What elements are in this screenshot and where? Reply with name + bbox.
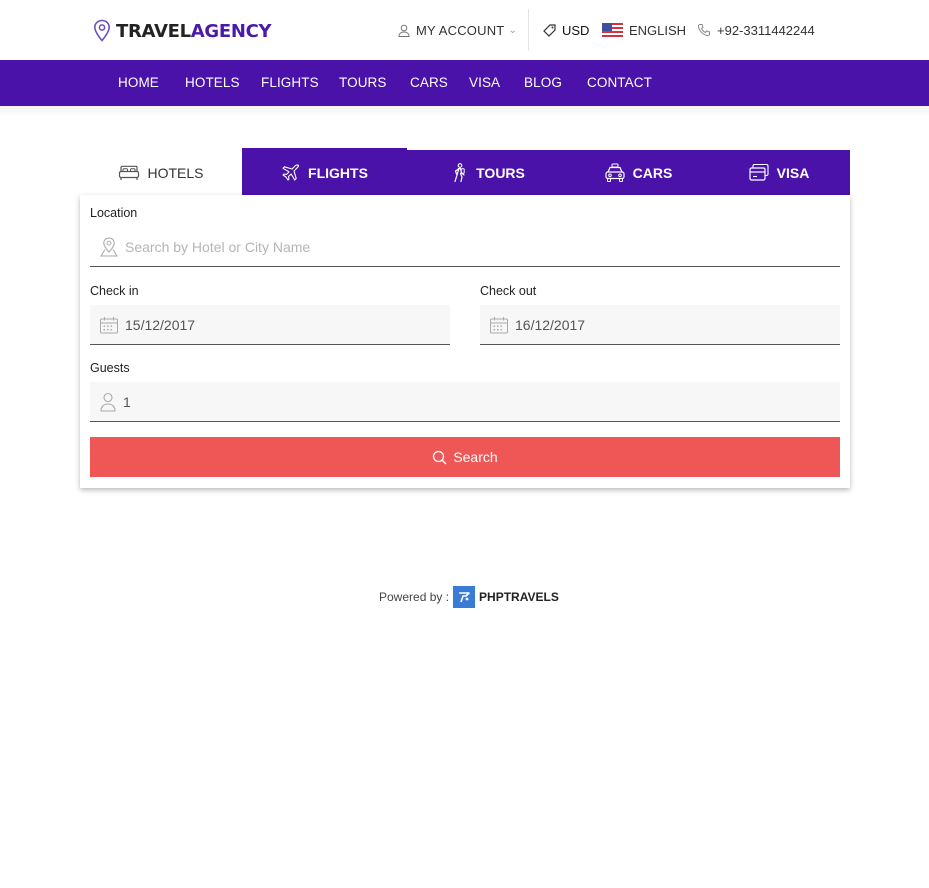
checkin-date-input[interactable]: 15/12/2017 (90, 305, 450, 345)
bed-icon (119, 165, 140, 180)
tab-tours[interactable]: TOURS (407, 150, 569, 195)
calendar-icon (100, 316, 118, 333)
phptravels-brand[interactable]: PHPTRAVELS (479, 590, 559, 604)
search-icon (433, 450, 447, 464)
plane-icon (282, 163, 300, 181)
checkout-label: Check out (480, 284, 537, 298)
checkin-label: Check in (90, 284, 139, 298)
tag-icon (543, 23, 556, 37)
checkin-value: 15/12/2017 (125, 316, 196, 333)
currency-selector[interactable]: USD (543, 21, 589, 39)
user-icon (398, 24, 410, 37)
top-right-menu: MY ACCOUNT ⌄ USD ENGLISH +92-3311442244 (0, 0, 929, 60)
tab-hotels[interactable]: HOTELS (80, 150, 242, 195)
guests-input[interactable]: 1 (90, 382, 840, 422)
calendar-icon (490, 316, 508, 333)
top-bar: TRAVELAGENCY MY ACCOUNT ⌄ USD ENGLISH +9… (0, 0, 929, 60)
nav-blog[interactable]: BLOG (524, 75, 562, 90)
hiker-icon (454, 162, 465, 182)
phone-number: +92-3311442244 (717, 22, 815, 38)
user-icon (100, 392, 116, 412)
phone-icon (697, 24, 710, 37)
phptravels-logo-icon[interactable] (453, 586, 476, 608)
phone-contact[interactable]: +92-3311442244 (697, 21, 815, 39)
tab-visa-label: VISA (776, 164, 810, 181)
my-account-dropdown[interactable]: MY ACCOUNT ⌄ (398, 21, 517, 39)
tab-visa[interactable]: VISA (707, 150, 850, 195)
nav-cars[interactable]: CARS (410, 75, 448, 90)
tab-tours-label: TOURS (476, 164, 525, 181)
card-icon (749, 163, 769, 181)
location-pin-icon (100, 236, 118, 256)
nav-tours[interactable]: TOURS (339, 75, 387, 90)
tab-cars[interactable]: CARS (569, 150, 707, 195)
powered-by-text: Powered by : (379, 590, 450, 604)
car-icon (605, 163, 625, 182)
checkout-value: 16/12/2017 (515, 316, 586, 333)
checkout-date-input[interactable]: 16/12/2017 (480, 305, 840, 345)
hotel-search-form: Location Search by Hotel or City Name Ch… (80, 195, 850, 488)
guests-label: Guests (90, 361, 130, 375)
search-button-label: Search (453, 449, 498, 465)
location-input[interactable]: Search by Hotel or City Name (90, 227, 840, 267)
language-selector[interactable]: ENGLISH (602, 21, 686, 39)
tab-hotels-label: HOTELS (147, 164, 204, 181)
guests-value: 1 (123, 393, 131, 410)
nav-visa[interactable]: VISA (469, 75, 500, 90)
nav-home[interactable]: HOME (118, 75, 159, 90)
tab-flights-label: FLIGHTS (308, 164, 368, 181)
location-placeholder: Search by Hotel or City Name (125, 238, 311, 255)
search-button[interactable]: Search (90, 437, 840, 477)
location-label: Location (90, 206, 138, 220)
tab-cars-label: CARS (632, 164, 673, 181)
tab-flights[interactable]: FLIGHTS (242, 150, 407, 195)
language-label: ENGLISH (629, 22, 687, 38)
main-nav: HOME HOTELS FLIGHTS TOURS CARS VISA BLOG… (0, 60, 929, 106)
currency-label: USD (562, 22, 590, 38)
top-divider (528, 9, 529, 51)
nav-shadow (0, 106, 929, 118)
nav-hotels[interactable]: HOTELS (185, 75, 240, 90)
nav-contact[interactable]: CONTACT (587, 75, 652, 90)
us-flag-icon (602, 23, 623, 37)
nav-flights[interactable]: FLIGHTS (261, 75, 319, 90)
my-account-label: MY ACCOUNT (416, 22, 505, 38)
search-tabs: HOTELS FLIGHTS TOURS CARS VISA (80, 150, 850, 195)
powered-by: Powered by : PHPTRAVELS (379, 586, 559, 608)
chevron-down-icon: ⌄ (508, 24, 518, 36)
